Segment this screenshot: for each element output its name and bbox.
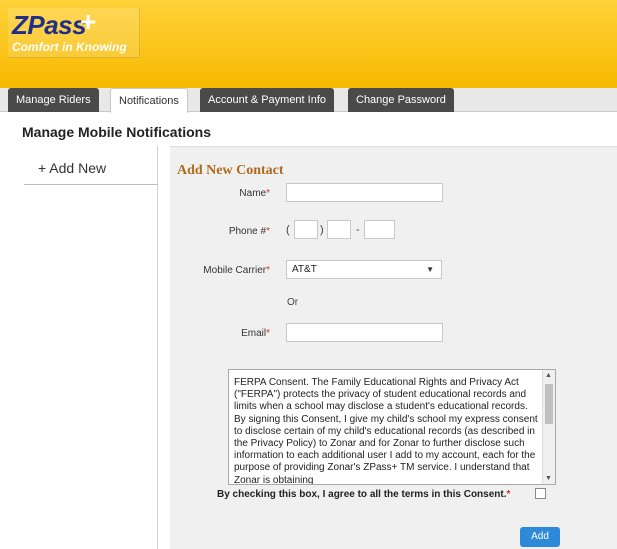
tab-change-password[interactable]: Change Password — [348, 88, 454, 112]
phone-close-paren: ) — [320, 224, 324, 236]
tab-bar: Manage Riders Notifications Account & Pa… — [0, 88, 617, 113]
ferpa-consent-textarea[interactable]: FERPA Consent. The Family Educational Ri… — [228, 369, 556, 485]
page-title: Manage Mobile Notifications — [22, 124, 212, 140]
required-marker: * — [506, 489, 511, 500]
required-marker: * — [266, 328, 270, 339]
logo-tagline: Comfort in Knowing — [12, 40, 127, 54]
tab-manage-riders[interactable]: Manage Riders — [8, 88, 99, 112]
tab-account-payment[interactable]: Account & Payment Info — [200, 88, 335, 112]
email-input[interactable] — [286, 323, 443, 342]
carrier-selected-value: AT&T — [292, 264, 317, 275]
app-header: ZPass + Comfort in Knowing — [0, 0, 617, 88]
or-separator: Or — [287, 297, 299, 308]
carrier-label: Mobile Carrier* — [203, 265, 270, 276]
phone-prefix-input[interactable] — [327, 220, 351, 239]
name-label: Name* — [239, 188, 270, 199]
scroll-thumb[interactable] — [545, 384, 553, 424]
logo-plus-icon: + — [80, 6, 97, 37]
add-contact-button[interactable]: Add — [520, 527, 560, 547]
sidebar-divider — [24, 184, 158, 185]
dropdown-arrow-icon: ▼ — [426, 265, 434, 274]
required-marker: * — [266, 188, 270, 199]
consent-checkbox[interactable] — [535, 488, 546, 499]
scroll-up-icon[interactable]: ▲ — [545, 372, 552, 379]
consent-scrollbar[interactable]: ▲ ▼ — [542, 370, 555, 484]
add-new-link[interactable]: + Add New — [38, 160, 106, 176]
phone-dash: - — [356, 224, 360, 236]
add-contact-title: Add New Contact — [177, 163, 284, 178]
logo-wordmark: ZPass — [12, 10, 87, 40]
phone-open-paren: ( — [286, 224, 290, 236]
consent-text: FERPA Consent. The Family Educational Ri… — [234, 377, 538, 485]
scroll-down-icon[interactable]: ▼ — [545, 475, 552, 482]
email-label: Email* — [241, 328, 270, 339]
phone-area-input[interactable] — [294, 220, 318, 239]
required-marker: * — [266, 226, 270, 237]
mobile-carrier-select[interactable]: AT&T ▼ — [286, 260, 442, 279]
add-contact-panel: Add New Contact Name* Phone #* ( ) - Mob… — [170, 146, 617, 549]
consent-agree-label: By checking this box, I agree to all the… — [217, 489, 511, 500]
zpass-logo[interactable]: ZPass + Comfort in Knowing — [8, 6, 140, 58]
phone-label: Phone #* — [228, 226, 270, 237]
name-input[interactable] — [286, 183, 443, 202]
required-marker: * — [266, 265, 270, 276]
phone-line-input[interactable] — [364, 220, 395, 239]
contacts-sidebar: + Add New — [8, 146, 158, 549]
tab-notifications[interactable]: Notifications — [110, 88, 188, 113]
